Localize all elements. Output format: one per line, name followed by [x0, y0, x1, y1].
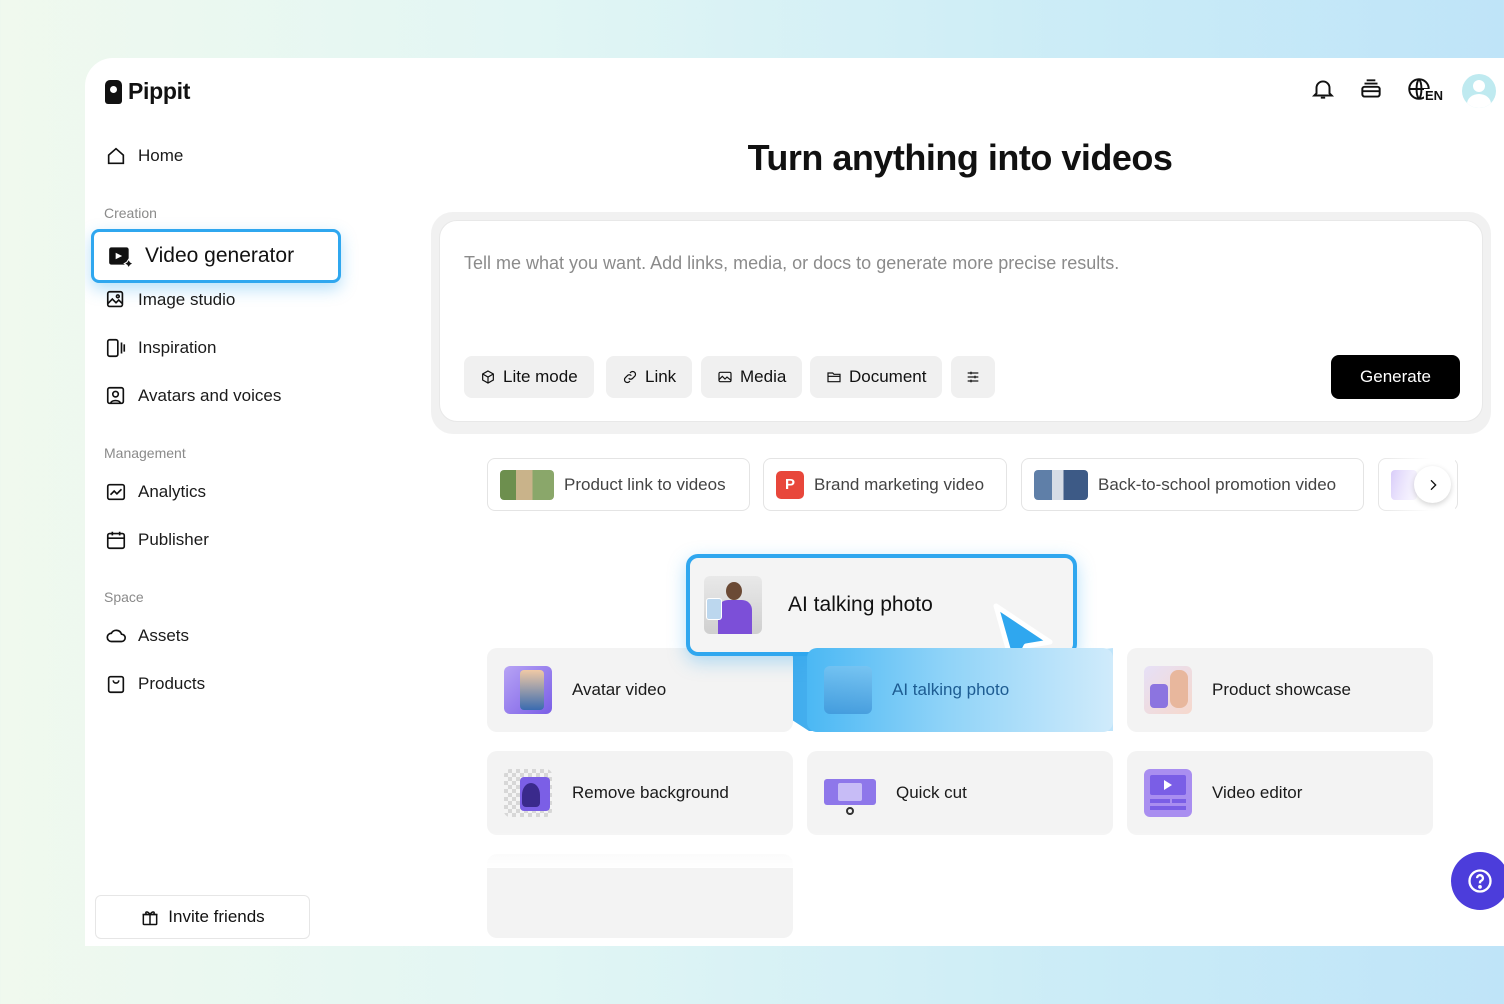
section-label-space: Space — [104, 589, 144, 605]
gift-icon — [142, 911, 158, 926]
sidebar-item-avatars-voices[interactable]: Avatars and voices — [105, 384, 281, 408]
tool-label: Product showcase — [1212, 680, 1351, 699]
section-label-creation: Creation — [104, 205, 157, 221]
video-generator-icon — [109, 247, 133, 269]
layers-icon[interactable] — [1358, 76, 1384, 107]
question-icon — [1468, 869, 1492, 893]
prompt-placeholder: Tell me what you want. Add links, media,… — [464, 253, 1120, 273]
analytics-icon — [106, 483, 126, 501]
suggestion-thumbnail — [500, 469, 554, 500]
tool-label: Quick cut — [896, 783, 967, 802]
invite-friends-button[interactable]: Invite friends — [95, 895, 310, 939]
tool-label: Remove background — [572, 783, 729, 802]
sliders-icon — [967, 371, 979, 383]
scroll-fade-bottom — [431, 828, 1504, 868]
sidebar-item-label: Avatars and voices — [138, 386, 282, 405]
tool-quick-cut[interactable]: Quick cut — [807, 751, 1113, 835]
sidebar-item-label: Publisher — [138, 530, 209, 549]
assets-icon — [106, 629, 126, 643]
avatars-icon — [106, 386, 125, 405]
publisher-icon — [106, 531, 126, 550]
invite-label: Invite friends — [168, 907, 265, 926]
image-studio-icon — [106, 290, 124, 308]
sidebar-item-inspiration[interactable]: Inspiration — [105, 336, 216, 360]
suggestion-label: Product link to videos — [564, 474, 726, 494]
app-window: Pippit EN Home Creation Video generator … — [85, 58, 1504, 946]
callout-label: AI talking photo — [788, 593, 933, 616]
tool-video-editor[interactable]: Video editor — [1127, 751, 1433, 835]
link-icon — [623, 370, 637, 384]
quick-cut-icon — [824, 769, 876, 817]
language-selector[interactable]: EN — [1406, 76, 1444, 106]
tool-label: AI talking photo — [892, 680, 1010, 699]
sidebar-item-label: Analytics — [138, 482, 207, 501]
sidebar-item-assets[interactable]: Assets — [105, 624, 189, 648]
page-title: Turn anything into videos — [747, 137, 1173, 178]
logo-text: Pippit — [128, 78, 191, 104]
settings-button[interactable] — [951, 356, 995, 398]
logo[interactable]: Pippit — [105, 78, 190, 105]
inspiration-icon — [106, 338, 126, 358]
video-editor-icon — [1144, 769, 1192, 817]
help-button[interactable] — [1451, 852, 1504, 910]
section-label-management: Management — [104, 445, 186, 461]
chevron-right-icon — [1430, 479, 1437, 490]
folder-icon — [827, 372, 841, 383]
header-actions: EN — [1310, 74, 1496, 108]
sidebar-item-label: Products — [138, 674, 206, 693]
sidebar-item-label: Inspiration — [138, 338, 217, 357]
tool-product-showcase[interactable]: Product showcase — [1127, 648, 1433, 732]
suggestion-product-link[interactable]: Product link to videos — [487, 458, 750, 511]
product-showcase-icon — [1144, 666, 1192, 714]
suggestion-thumbnail — [1034, 469, 1088, 500]
image-icon — [718, 371, 732, 383]
document-button[interactable]: Document — [810, 356, 943, 398]
sidebar-item-label: Assets — [138, 626, 190, 645]
ai-talking-photo-icon — [704, 576, 762, 634]
sidebar-item-products[interactable]: Products — [105, 672, 205, 696]
suggestion-label: Back-to-school promotion video — [1098, 474, 1337, 494]
sidebar-item-image-studio[interactable]: Image studio — [105, 288, 235, 312]
remove-background-icon — [504, 769, 552, 817]
chip-label: Lite mode — [503, 367, 578, 386]
logo-icon — [105, 79, 122, 104]
products-icon — [107, 675, 125, 694]
tool-ai-talking-photo[interactable]: AI talking photo — [807, 648, 1113, 732]
sidebar-item-analytics[interactable]: Analytics — [105, 480, 206, 504]
chip-label: Document — [849, 367, 927, 386]
tool-remove-background[interactable]: Remove background — [487, 751, 793, 835]
avatar-video-icon — [504, 666, 552, 714]
suggestion-back-to-school[interactable]: Back-to-school promotion video — [1021, 458, 1364, 511]
avatar[interactable] — [1462, 74, 1496, 108]
sidebar-item-label: Video generator — [145, 244, 295, 267]
prompt-container: Tell me what you want. Add links, media,… — [431, 212, 1491, 434]
bell-icon[interactable] — [1310, 76, 1336, 107]
tool-label: Video editor — [1212, 783, 1303, 802]
language-code: EN — [1424, 88, 1444, 103]
next-suggestions-button[interactable] — [1414, 466, 1451, 503]
suggestion-brand-marketing[interactable]: P Brand marketing video — [763, 458, 1007, 511]
tool-label: Avatar video — [572, 680, 667, 699]
tool-avatar-video[interactable]: Avatar video — [487, 648, 793, 732]
sidebar-item-publisher[interactable]: Publisher — [105, 528, 209, 552]
suggestion-label: Brand marketing video — [814, 474, 985, 494]
chip-label: Link — [645, 367, 677, 386]
sidebar-item-video-generator[interactable]: Video generator — [91, 229, 341, 283]
prompt-input[interactable]: Tell me what you want. Add links, media,… — [439, 220, 1483, 422]
link-button[interactable]: Link — [606, 356, 693, 398]
generate-button[interactable]: Generate — [1331, 355, 1460, 399]
media-button[interactable]: Media — [701, 356, 803, 398]
lite-mode-button[interactable]: Lite mode — [464, 356, 594, 398]
sidebar-item-label: Image studio — [138, 290, 236, 309]
cube-icon — [482, 370, 494, 384]
brand-badge-icon: P — [776, 470, 804, 499]
ai-talking-photo-icon — [824, 666, 872, 714]
chip-label: Media — [740, 367, 787, 386]
